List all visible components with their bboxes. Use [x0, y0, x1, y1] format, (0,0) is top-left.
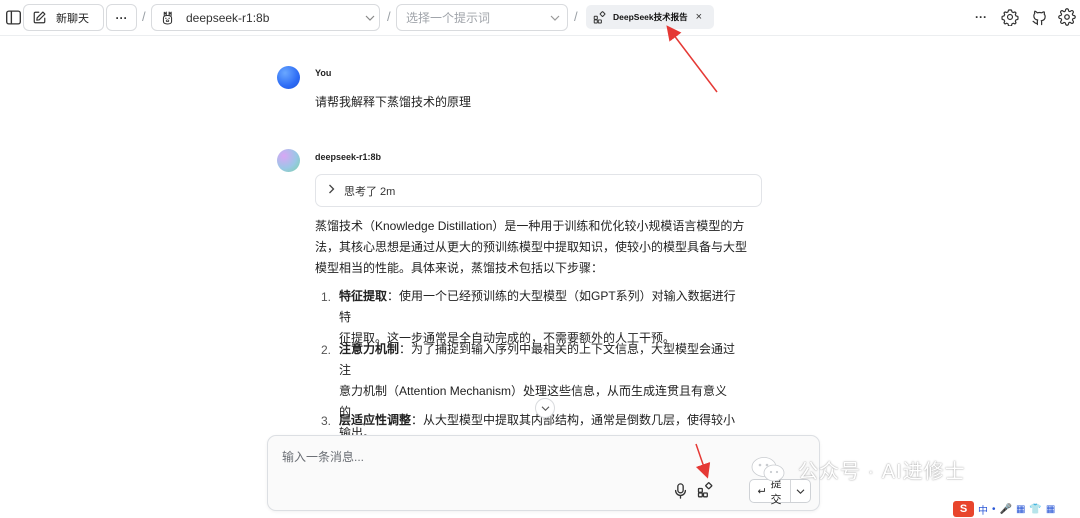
watermark: 公众号 · AI进修士 [750, 455, 966, 484]
answer-line: 模型相当的性能。具体来说，蒸馏技术包括以下步骤： [315, 261, 604, 275]
chevron-down-icon [550, 15, 560, 21]
answer-intro: 蒸馏技术（Knowledge Distillation）是一种用于训练和优化较小… [315, 216, 763, 279]
user-name: You [315, 68, 332, 78]
answer-line: 蒸馏技术（Knowledge Distillation）是一种用于训练和优化较小… [315, 219, 745, 233]
list-number: 3. [321, 414, 332, 428]
settings-icon[interactable] [997, 4, 1023, 30]
ime-lang[interactable]: 中 [978, 502, 988, 517]
model-name: deepseek-r1:8b [186, 10, 270, 25]
chevron-right-icon [328, 184, 335, 197]
apps-icon [593, 10, 606, 24]
bot-avatar [277, 149, 300, 172]
user-avatar [277, 66, 300, 89]
sogou-logo-icon[interactable]: S [953, 501, 974, 517]
config-gear-icon[interactable] [1054, 4, 1080, 30]
ime-skin-icon[interactable]: 👕 [1029, 504, 1041, 515]
breadcrumb-separator: / [574, 9, 578, 24]
chevron-down-icon [796, 488, 805, 494]
more-horizontal-icon[interactable]: ··· [968, 4, 994, 30]
list-number: 1. [321, 290, 332, 304]
wechat-logo-icon [751, 456, 785, 481]
step-title: 注意力机制 [339, 342, 400, 356]
close-icon[interactable]: × [696, 11, 702, 23]
more-menu-button[interactable]: ··· [106, 4, 137, 31]
bot-name: deepseek-r1:8b [315, 152, 382, 162]
message-input[interactable] [282, 450, 682, 464]
thinking-label: 思考了 2m [344, 185, 396, 198]
edit-icon [33, 11, 46, 24]
list-number: 2. [321, 343, 332, 357]
top-bar: 新聊天 ··· / deepseek-r1:8b / 选择一个提示词 / Dee… [0, 0, 1080, 36]
ime-voice-icon[interactable]: 🎤 [1000, 504, 1012, 515]
thinking-toggle[interactable]: 思考了 2m [315, 174, 762, 207]
ime-keyboard-icon[interactable]: ▦ [1016, 504, 1025, 515]
chevron-down-icon [365, 15, 375, 21]
github-icon[interactable] [1026, 4, 1052, 30]
message-composer: 提 交 [267, 435, 820, 511]
prompt-placeholder: 选择一个提示词 [406, 11, 491, 25]
user-message: 请帮我解释下蒸馏技术的原理 [315, 95, 472, 109]
answer-line: 法，其核心思想是通过从更大的预训练模型中提取知识，使较小的模型具备与大型 [315, 240, 748, 254]
ime-punct[interactable]: • [992, 504, 996, 515]
breadcrumb-separator: / [387, 9, 391, 24]
apps-icon[interactable] [697, 482, 713, 503]
knowledge-base-label: DeepSeek技术报告 [613, 12, 688, 22]
model-selector[interactable]: deepseek-r1:8b [151, 4, 380, 31]
scroll-to-bottom-button[interactable] [535, 398, 555, 418]
enter-icon [757, 488, 765, 494]
llama-icon [162, 11, 173, 25]
step-text: ：使用一个已经预训练的大型模型（如GPT系列）对输入数据进行特 [339, 289, 736, 324]
watermark-text: 公众号 · AI进修士 [798, 461, 966, 483]
step-title: 特征提取 [339, 289, 388, 303]
ime-toolbar: S 中 • 🎤 ▦ 👕 ▦ [951, 500, 1080, 518]
knowledge-base-chip[interactable]: DeepSeek技术报告 × [586, 5, 714, 29]
new-chat-label: 新聊天 [56, 12, 89, 25]
ime-toolbox-icon[interactable]: ▦ [1046, 504, 1055, 515]
chevron-down-icon [541, 405, 549, 411]
step-text: ：为了捕捉到输入序列中最相关的上下文信息，大型模型会通过注 [339, 342, 736, 377]
microphone-icon[interactable] [674, 483, 687, 504]
breadcrumb-separator: / [142, 9, 146, 24]
new-chat-button[interactable]: 新聊天 [23, 4, 104, 31]
step-title: 层适应性调整 [339, 413, 412, 427]
prompt-selector[interactable]: 选择一个提示词 [396, 4, 568, 31]
annotation-arrow [666, 25, 718, 93]
